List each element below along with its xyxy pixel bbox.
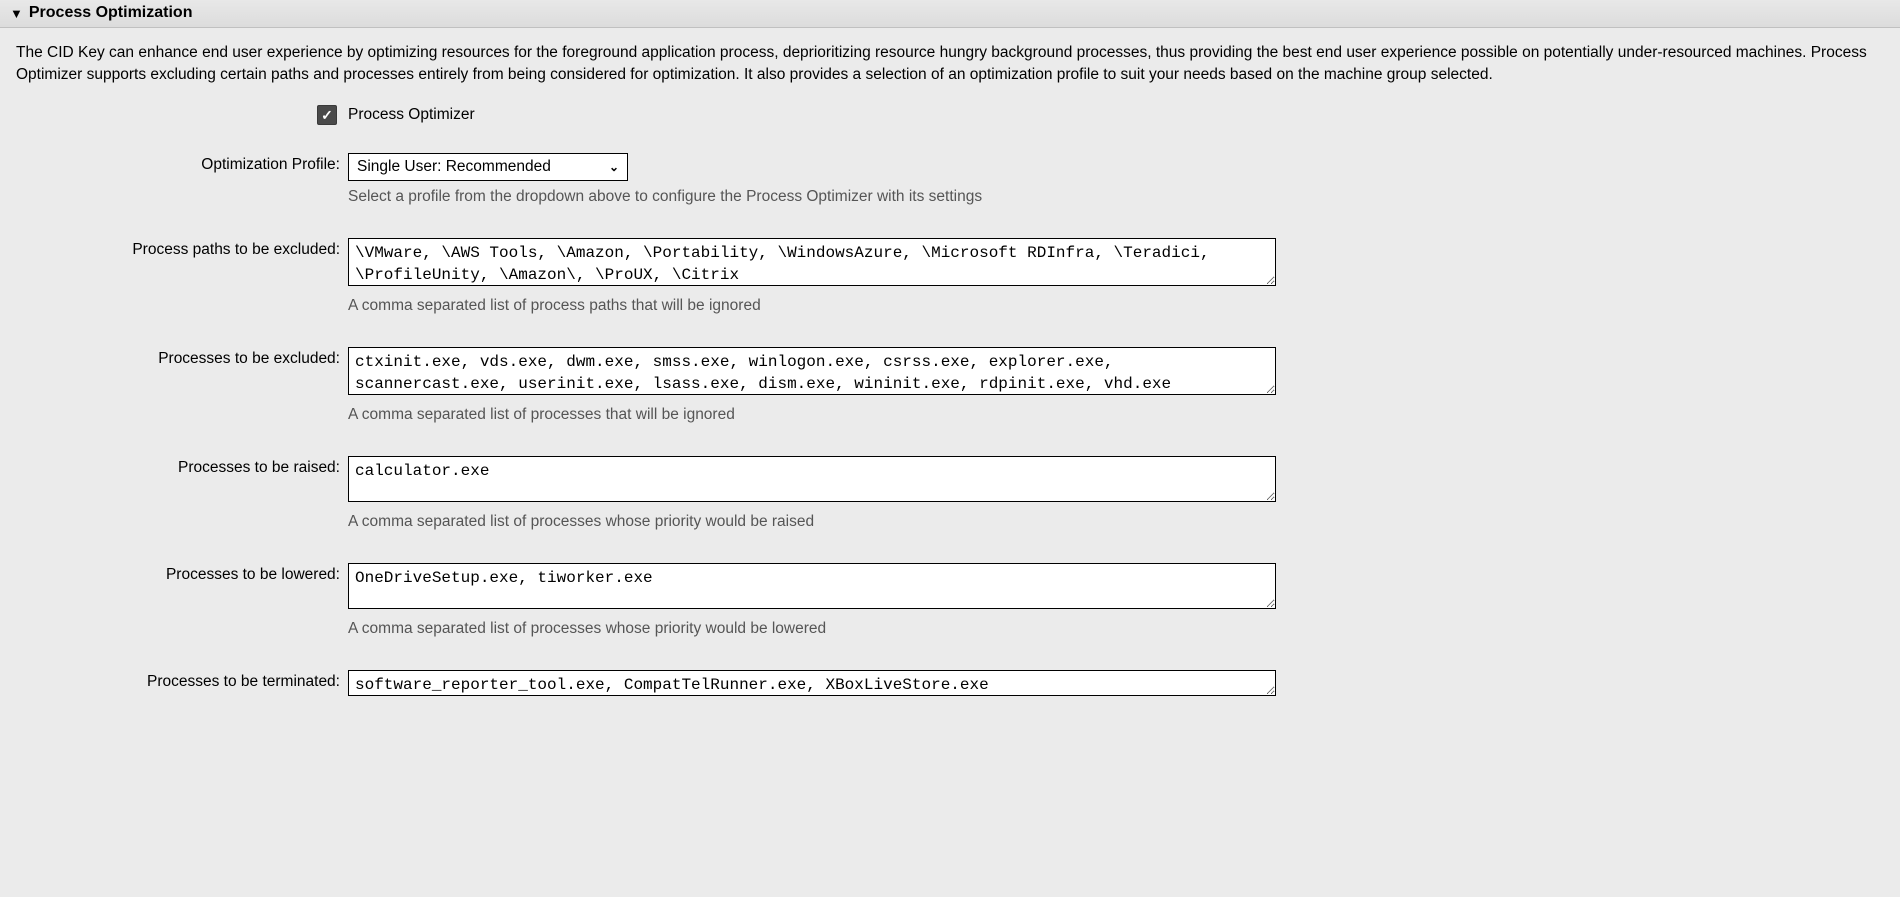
- procs-terminated-label: Processes to be terminated:: [16, 670, 348, 691]
- procs-lowered-label: Processes to be lowered:: [16, 563, 348, 584]
- chevron-down-icon: ⌄: [609, 160, 619, 174]
- procs-excluded-label: Processes to be excluded:: [16, 347, 348, 368]
- optimization-profile-value: Single User: Recommended: [357, 158, 551, 176]
- procs-excluded-input[interactable]: [348, 347, 1276, 395]
- process-optimizer-checkbox-label: Process Optimizer: [348, 106, 475, 124]
- procs-lowered-row: Processes to be lowered: A comma separat…: [16, 563, 1884, 668]
- procs-excluded-hint: A comma separated list of processes that…: [348, 406, 1276, 424]
- procs-terminated-row: Processes to be terminated:: [16, 670, 1884, 700]
- paths-excluded-input[interactable]: [348, 238, 1276, 286]
- optimization-profile-select[interactable]: Single User: Recommended ⌄: [348, 153, 628, 181]
- process-optimizer-checkbox[interactable]: ✓: [317, 105, 337, 125]
- procs-raised-row: Processes to be raised: A comma separate…: [16, 456, 1884, 561]
- procs-raised-hint: A comma separated list of processes whos…: [348, 513, 1276, 531]
- panel-title: Process Optimization: [29, 4, 193, 22]
- procs-excluded-row: Processes to be excluded: A comma separa…: [16, 347, 1884, 454]
- procs-lowered-hint: A comma separated list of processes whos…: [348, 620, 1276, 638]
- checkmark-icon: ✓: [321, 108, 333, 122]
- description-text: The CID Key can enhance end user experie…: [16, 42, 1884, 87]
- process-optimizer-checkbox-row: ✓ Process Optimizer: [16, 105, 1884, 125]
- panel-body: The CID Key can enhance end user experie…: [0, 28, 1900, 712]
- optimization-profile-hint: Select a profile from the dropdown above…: [348, 188, 1276, 206]
- optimization-profile-label: Optimization Profile:: [16, 153, 348, 174]
- procs-raised-input[interactable]: [348, 456, 1276, 502]
- collapse-triangle-icon[interactable]: ▼: [10, 7, 23, 20]
- paths-excluded-hint: A comma separated list of process paths …: [348, 297, 1276, 315]
- procs-terminated-input[interactable]: [348, 670, 1276, 696]
- procs-raised-label: Processes to be raised:: [16, 456, 348, 477]
- optimization-profile-row: Optimization Profile: Single User: Recom…: [16, 153, 1884, 236]
- panel-header[interactable]: ▼ Process Optimization: [0, 0, 1900, 28]
- paths-excluded-label: Process paths to be excluded:: [16, 238, 348, 259]
- procs-lowered-input[interactable]: [348, 563, 1276, 609]
- paths-excluded-row: Process paths to be excluded: A comma se…: [16, 238, 1884, 345]
